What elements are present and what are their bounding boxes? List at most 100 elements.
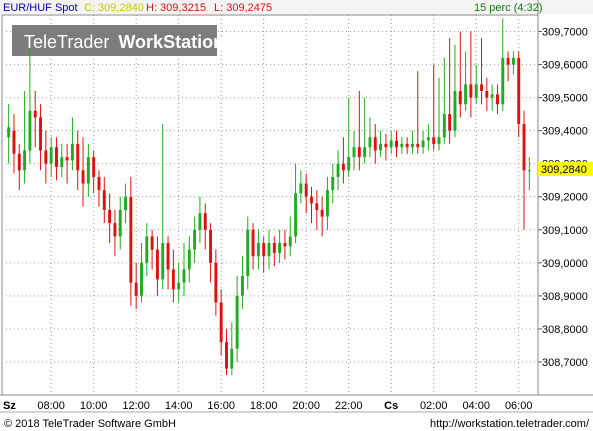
candle-body [256, 243, 260, 257]
candle-body [405, 143, 409, 148]
candle-body [60, 157, 64, 167]
candle-body [182, 269, 186, 283]
candle-body [469, 84, 473, 98]
candle-body [485, 91, 489, 98]
candle-body [458, 91, 462, 105]
y-tick-label: 309,1000 [542, 225, 588, 237]
candle-body [416, 143, 420, 148]
candle-body [336, 163, 340, 177]
candle-body [299, 183, 303, 194]
y-tick-label: 309,0000 [542, 258, 588, 270]
candle-body [288, 236, 292, 247]
candle-body [368, 137, 372, 148]
price-label: 309,2840 [541, 164, 587, 176]
candle-body [331, 176, 335, 191]
footer-url[interactable]: http://workstation.teletrader.com/ [430, 418, 590, 430]
candle-body [426, 137, 430, 141]
candle-body [246, 229, 250, 277]
y-tick-label: 309,4000 [542, 126, 588, 138]
candle-body [193, 229, 197, 250]
candle-body [341, 163, 345, 171]
x-tick-label: 08:00 [37, 400, 65, 412]
header-close: C: 309,2840 [84, 2, 144, 14]
candle-body [44, 150, 48, 164]
candle-body [23, 150, 27, 171]
candle-body [437, 137, 441, 144]
candle-body [124, 196, 128, 210]
candle-body [267, 243, 271, 257]
y-tick-label: 308,7000 [542, 357, 588, 369]
candle-body [294, 193, 298, 237]
candle-body [55, 147, 58, 167]
candle-body [347, 157, 351, 171]
header-symbol: EUR/HUF Spot [3, 2, 78, 14]
candle-body [517, 57, 521, 125]
candle-body [379, 143, 383, 151]
x-tick-label: Sz [3, 400, 16, 412]
x-tick-label: 16:00 [207, 400, 235, 412]
x-tick-label: Cs [384, 400, 398, 412]
candle-body [198, 213, 202, 230]
candle-body [432, 137, 436, 144]
candle-body [357, 147, 361, 158]
x-tick-label: 06:00 [505, 400, 533, 412]
watermark-product: WorkStation [118, 32, 224, 52]
candle-body [140, 262, 143, 296]
candle-body [7, 127, 11, 138]
candle-body [283, 243, 287, 247]
candle-body [108, 209, 112, 224]
candle-body [166, 243, 170, 270]
candle-body [511, 57, 515, 65]
candle-body [421, 140, 425, 148]
candle-body [39, 117, 42, 151]
candlestick-chart[interactable]: TeleTrader WorkStation 308,7000 308,8000 3… [0, 0, 593, 431]
y-tick-label: 309,7000 [542, 27, 588, 39]
candle-body [310, 196, 313, 204]
candle-body [92, 157, 96, 177]
candle-body [70, 143, 74, 161]
y-tick-label: 309,6000 [542, 60, 588, 72]
candle-body [400, 143, 404, 148]
candle-body [177, 282, 181, 290]
candle-body [496, 94, 499, 105]
candle-body [118, 209, 122, 237]
x-tick-label: 10:00 [80, 400, 108, 412]
candle-body [134, 282, 138, 296]
candle-body [65, 157, 69, 161]
candle-body [161, 243, 165, 280]
candle-body [171, 269, 175, 290]
header-high: H: 309,3215 [146, 2, 206, 14]
candle-body [490, 94, 494, 98]
y-tick-label: 309,5000 [542, 93, 588, 105]
candle-body [251, 229, 255, 257]
candle-body [230, 348, 234, 369]
candle-body [320, 209, 324, 217]
watermark-brand: TeleTrader [24, 32, 109, 52]
x-tick-label: 18:00 [250, 400, 278, 412]
footer-copyright: © 2018 TeleTrader Software GmbH [4, 418, 176, 430]
candle-body [203, 213, 207, 230]
candle-body [235, 295, 239, 349]
candle-body [187, 249, 191, 270]
candle-body [527, 170, 531, 172]
candle-body [209, 229, 213, 263]
candle-body [410, 143, 414, 148]
candle-body [12, 130, 16, 154]
candle-body [474, 84, 478, 98]
x-tick-label: 20:00 [292, 400, 320, 412]
candle-body [506, 57, 510, 65]
candle-body [389, 140, 393, 148]
candle-body [129, 196, 133, 283]
candle-body [453, 91, 457, 131]
candle-body [315, 203, 319, 210]
candle-body [113, 223, 117, 237]
candle-body [373, 137, 377, 151]
y-tick-label: 308,8000 [542, 324, 588, 336]
candle-body [464, 84, 468, 105]
header-interval: 15 perc (4:32) [474, 2, 542, 14]
x-tick-label: 12:00 [122, 400, 150, 412]
candle-body [49, 147, 53, 164]
candle-body [150, 236, 154, 250]
candle-body [522, 124, 526, 171]
candle-body [17, 153, 21, 171]
